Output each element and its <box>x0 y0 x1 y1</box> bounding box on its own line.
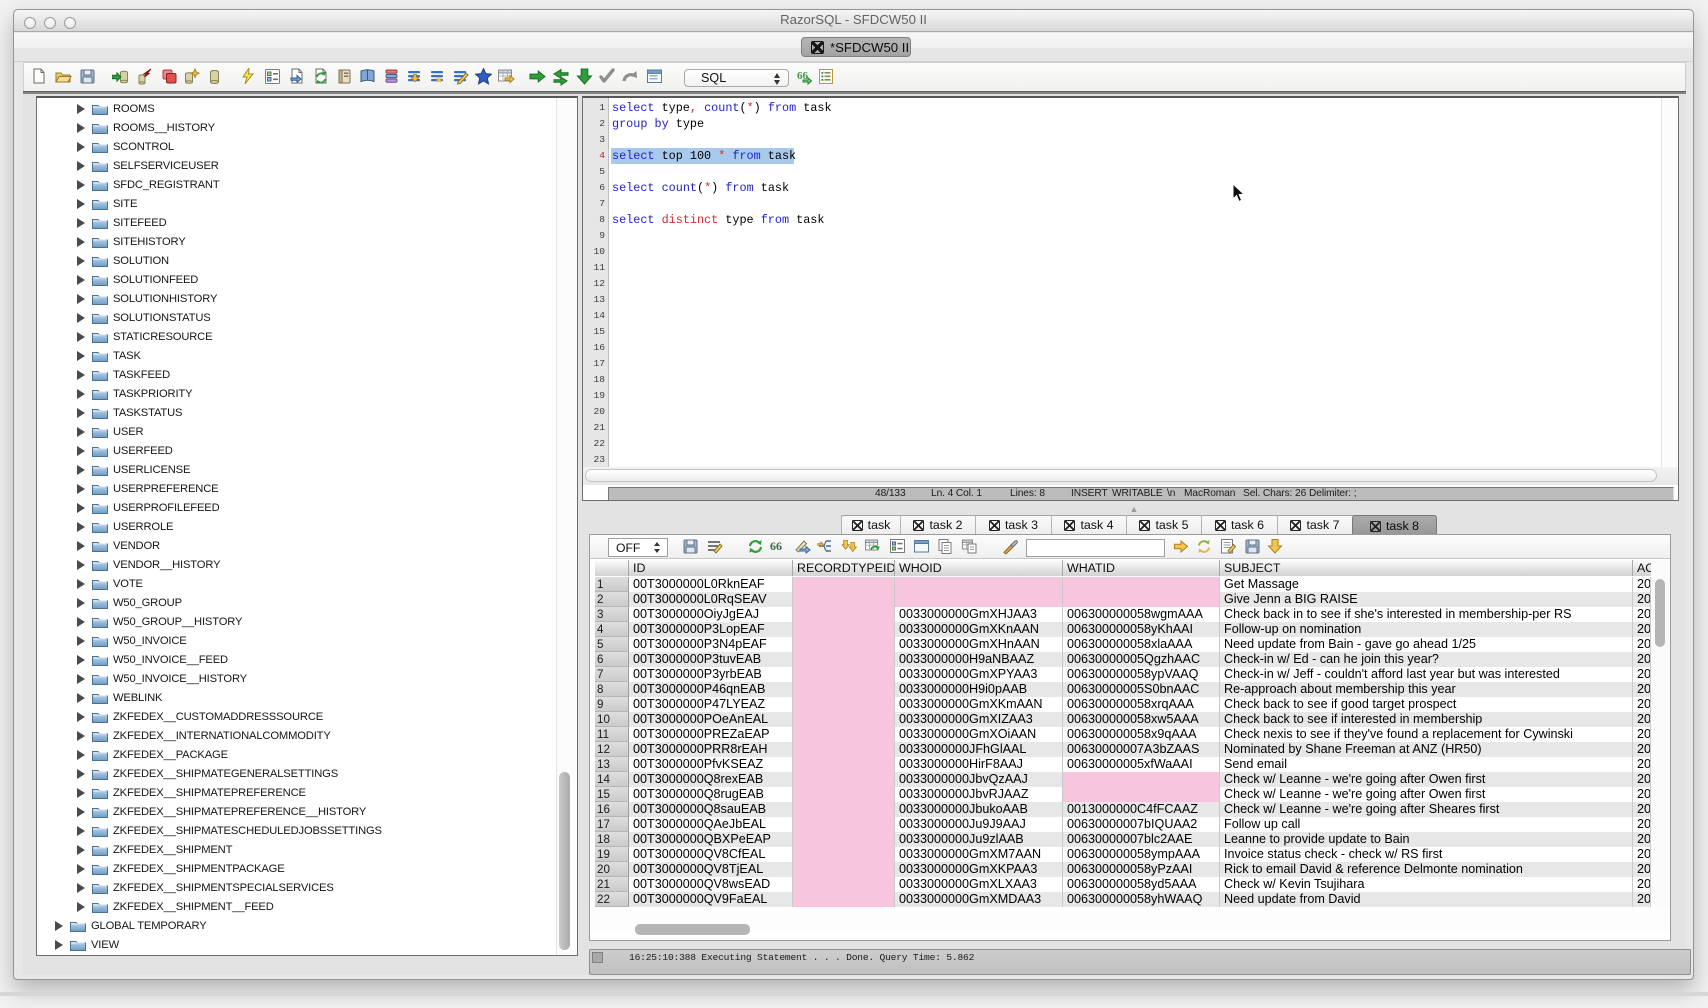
svg-text:66: 66 <box>770 539 782 553</box>
